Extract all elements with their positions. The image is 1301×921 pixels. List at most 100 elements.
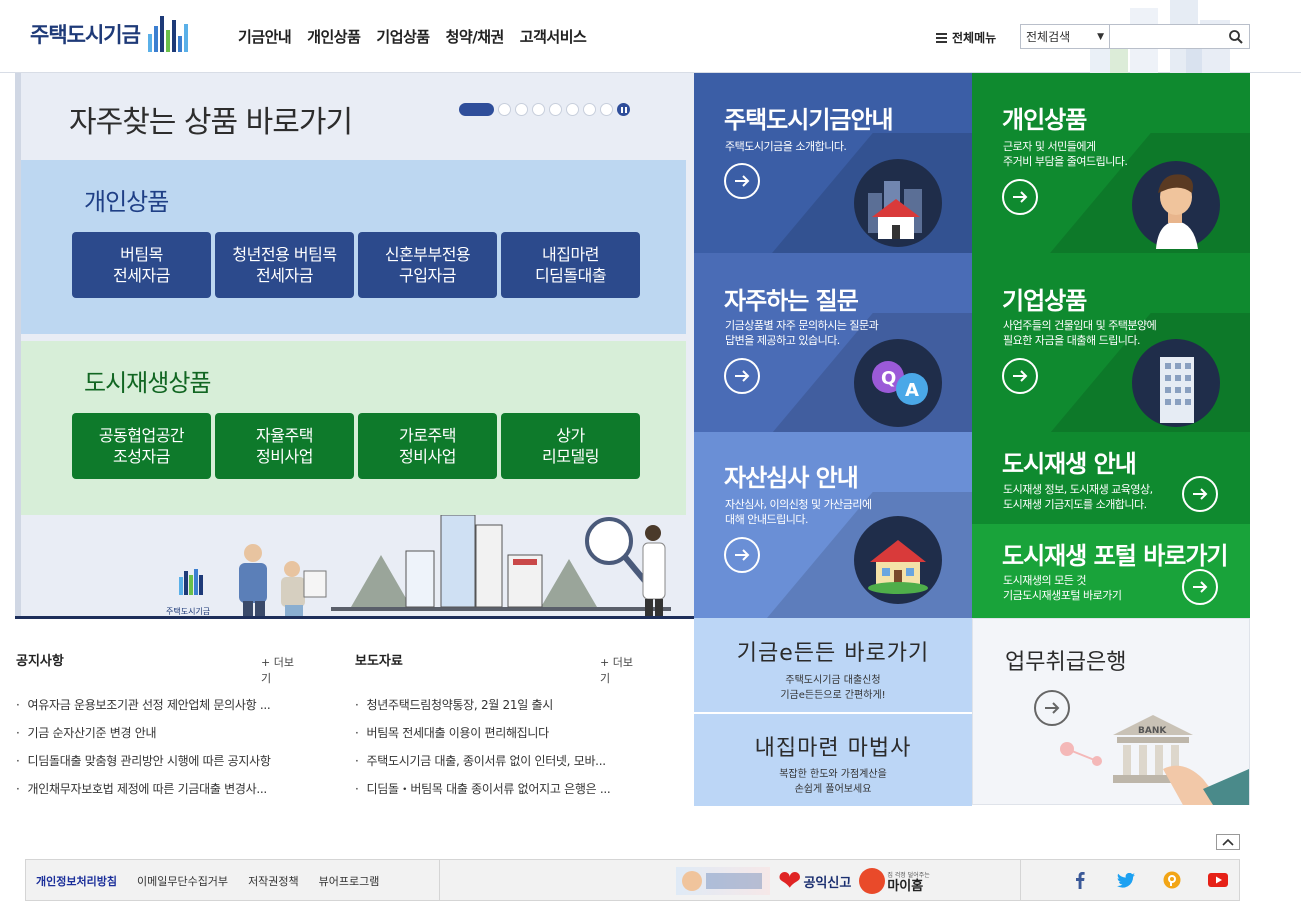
quick-link-description: 주택도시기금 대출신청 기금e든든으로 간편하게!: [780, 675, 886, 701]
partner-banks-box[interactable]: 업무취급은행 BANK: [972, 618, 1250, 805]
arrow-right-icon[interactable]: [1002, 358, 1038, 394]
product-button-youth-jeonse[interactable]: 청년전용 버팀목 전세자금: [215, 232, 354, 298]
scroll-top-button[interactable]: [1216, 834, 1240, 850]
tile-description: 주택도시기금을 소개합니다.: [725, 140, 847, 153]
banner-public-report[interactable]: ❤ 공익신고: [778, 867, 851, 895]
tile-title: 도시재생 포털 바로가기: [1002, 542, 1229, 570]
illus-logo-text: 주택도시기금: [166, 606, 210, 616]
product-button-autonomous-housing[interactable]: 자율주택 정비사업: [215, 413, 354, 479]
urban-regeneration-section: 도시재생상품 공동협업공간 조성자금 자율주택 정비사업 가로주택 정비사업 상…: [21, 341, 686, 515]
nav-corporate-products[interactable]: 기업상품: [376, 26, 430, 47]
slide-dot-7[interactable]: [583, 103, 596, 116]
quick-link-home-wizard[interactable]: 내집마련 마법사 복잡한 한도와 가점계산을 손쉽게 풀어보세요: [694, 713, 972, 806]
arrow-right-icon[interactable]: [1182, 569, 1218, 605]
arrow-right-icon[interactable]: [1182, 476, 1218, 512]
product-button-jeonse[interactable]: 버팀목 전세자금: [72, 232, 211, 298]
search-scope-select[interactable]: 전체검색 ▼: [1020, 24, 1110, 49]
quick-product-panel: 자주찾는 상품 바로가기 개인상품 버팀목 전세자금 청년전용 버팀목 전세자금…: [15, 73, 694, 618]
press-more-link[interactable]: + 더보기: [600, 654, 639, 686]
hamburger-icon: [936, 32, 947, 43]
slide-dot-3[interactable]: [515, 103, 528, 116]
quick-link-title: 기금e든든 바로가기: [736, 641, 930, 666]
slide-dot-2[interactable]: [498, 103, 511, 116]
slide-dot-4[interactable]: [532, 103, 545, 116]
slide-dot-1[interactable]: [459, 103, 494, 116]
notice-more-link[interactable]: + 더보기: [261, 654, 300, 686]
personal-product-list: 버팀목 전세자금 청년전용 버팀목 전세자금 신혼부부전용 구입자금 내집마련 …: [72, 232, 640, 298]
notice-board: 공지사항 + 더보기 여유자금 운용보조기관 선정 제안업체 문의사항 ... …: [16, 650, 300, 796]
nav-customer-service[interactable]: 고객서비스: [520, 26, 587, 47]
personal-products-section: 개인상품 버팀목 전세자금 청년전용 버팀목 전세자금 신혼부부전용 구입자금 …: [21, 160, 686, 334]
sns-links: [1069, 870, 1229, 890]
personal-section-title: 개인상품: [84, 188, 169, 216]
product-button-coworking[interactable]: 공동협업공간 조성자금: [72, 413, 211, 479]
product-button-street-housing[interactable]: 가로주택 정비사업: [358, 413, 497, 479]
tile-urban-regeneration-info[interactable]: 도시재생 안내 도시재생 정보, 도시재생 교육영상, 도시재생 기금지도를 소…: [972, 432, 1250, 524]
tile-urban-regeneration-portal[interactable]: 도시재생 포털 바로가기 도시재생의 모든 것 기금도시재생포털 바로가기: [972, 524, 1250, 618]
twitter-icon[interactable]: [1115, 870, 1137, 890]
list-item[interactable]: 버팀목 전세대출 이용이 편리해집니다: [355, 724, 610, 752]
quick-link-efund[interactable]: 기금e든든 바로가기 주택도시기금 대출신청 기금e든든으로 간편하게!: [694, 618, 972, 712]
arrow-right-icon[interactable]: [724, 358, 760, 394]
partner-banks-title: 업무취급은행: [1005, 650, 1127, 675]
footer-link-viewer[interactable]: 뷰어프로그램: [319, 873, 380, 889]
quick-link-title: 내집마련 마법사: [754, 736, 912, 761]
banner-image-1[interactable]: [676, 867, 770, 895]
bank-sign: BANK: [1138, 726, 1167, 736]
product-button-didimdol[interactable]: 내집마련 디딤돌대출: [501, 232, 640, 298]
all-menu-button[interactable]: 전체메뉴: [936, 29, 996, 46]
footer-link-privacy[interactable]: 개인정보처리방침: [36, 873, 117, 889]
all-menu-label: 전체메뉴: [952, 31, 997, 45]
list-item[interactable]: 기금 순자산기준 변경 안내: [16, 724, 271, 752]
search-icon[interactable]: [1228, 29, 1244, 45]
footer-banners: ❤ 공익신고 집 걱정 덜어주는 마이홈: [676, 867, 930, 895]
list-item[interactable]: 여유자금 운용보조기관 선정 제안업체 문의사항 ...: [16, 696, 271, 724]
tile-fund-info[interactable]: 주택도시기금안내 주택도시기금을 소개합니다.: [694, 73, 972, 253]
tile-faq[interactable]: 자주하는 질문 기금상품별 자주 문의하시는 질문과 답변을 제공하고 있습니다…: [694, 253, 972, 432]
tile-personal-products[interactable]: 개인상품 근로자 및 서민들에게 주거비 부담을 줄여드립니다.: [972, 73, 1250, 253]
slide-indicator: [459, 103, 630, 116]
banner-myhome[interactable]: 집 걱정 덜어주는 마이홈: [859, 868, 930, 894]
person-icon: [1132, 161, 1220, 249]
nav-subscription-bonds[interactable]: 청약/채권: [446, 26, 505, 47]
person-icon: [682, 871, 702, 891]
nav-fund-info[interactable]: 기금안내: [238, 26, 292, 47]
youtube-icon[interactable]: [1207, 870, 1229, 890]
footer-link-email-refusal[interactable]: 이메일무단수집거부: [137, 873, 228, 889]
facebook-icon[interactable]: [1069, 870, 1091, 890]
press-title: 보도자료: [355, 654, 403, 669]
tile-asset-review[interactable]: 자산심사 안내 자산심사, 이의신청 및 가산금리에 대해 안내드립니다.: [694, 432, 972, 618]
arrow-right-icon[interactable]: [724, 537, 760, 573]
office-building-icon: [1132, 339, 1220, 427]
tile-corporate-products[interactable]: 기업상품 사업주들의 건물임대 및 주택분양에 필요한 자금을 대출해 드립니다…: [972, 253, 1250, 432]
list-item[interactable]: 개인채무자보호법 제정에 따른 기금대출 변경사...: [16, 780, 271, 808]
quick-panel-title: 자주찾는 상품 바로가기: [69, 105, 353, 140]
svg-text:A: A: [905, 380, 919, 401]
footer-divider: [439, 860, 440, 900]
slide-dot-8[interactable]: [600, 103, 613, 116]
footer-link-copyright[interactable]: 저작권정책: [248, 873, 299, 889]
arrow-right-icon[interactable]: [1002, 179, 1038, 215]
bank-building-icon: BANK: [1060, 715, 1249, 805]
kakaostory-icon[interactable]: [1161, 870, 1183, 890]
slide-dot-6[interactable]: [566, 103, 579, 116]
press-board: 보도자료 + 더보기 청년주택드림청약통장, 2월 21일 출시 버팀목 전세대…: [355, 650, 639, 796]
notice-list: 여유자금 운용보조기관 선정 제안업체 문의사항 ... 기금 순자산기준 변경…: [16, 696, 271, 808]
city-illustration: 주택도시기금: [166, 515, 671, 618]
search-scope-value: 전체검색: [1026, 30, 1071, 44]
house-icon: [854, 516, 942, 604]
slide-dot-5[interactable]: [549, 103, 562, 116]
list-item[interactable]: 청년주택드림청약통장, 2월 21일 출시: [355, 696, 610, 724]
list-item[interactable]: 주택도시기금 대출, 종이서류 없이 인터넷, 모바...: [355, 752, 610, 780]
site-logo[interactable]: 주택도시기금: [30, 16, 188, 52]
product-button-store-remodeling[interactable]: 상가 리모델링: [501, 413, 640, 479]
arrow-right-icon[interactable]: [724, 163, 760, 199]
list-item[interactable]: 디딤돌대출 맞춤형 관리방안 시행에 따른 공지사항: [16, 752, 271, 780]
pause-icon[interactable]: [617, 103, 630, 116]
list-item[interactable]: 디딤돌・버팀목 대출 종이서류 없어지고 은행은 ...: [355, 780, 611, 808]
banner-myhome-label: 마이홈: [887, 879, 924, 894]
tile-title: 자산심사 안내: [724, 464, 859, 492]
nav-personal-products[interactable]: 개인상품: [307, 26, 361, 47]
tile-description: 도시재생의 모든 것 기금도시재생포털 바로가기: [1003, 574, 1122, 602]
product-button-newlywed-purchase[interactable]: 신혼부부전용 구입자금: [358, 232, 497, 298]
